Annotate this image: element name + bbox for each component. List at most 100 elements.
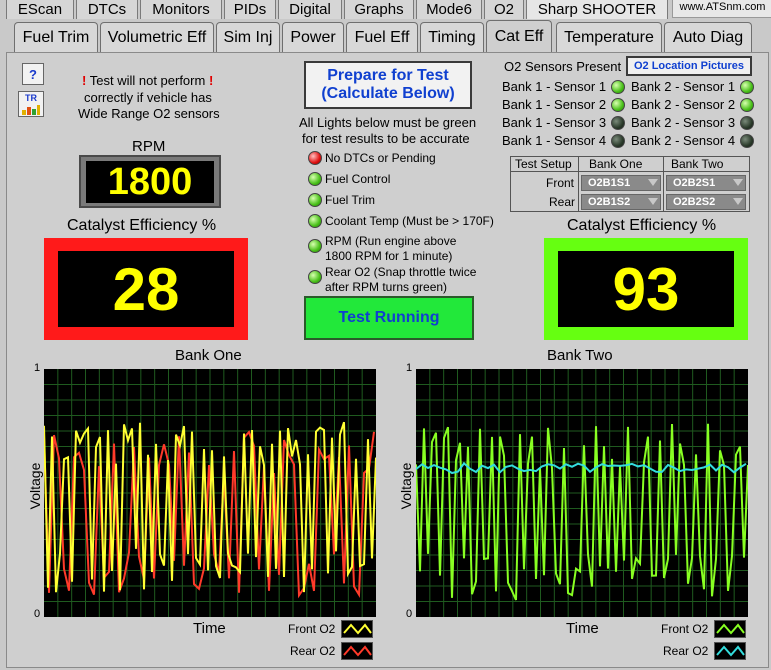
warning-line-3: Wide Range O2 sensors <box>78 106 220 121</box>
bank-two-eff-display: 93 <box>558 251 734 327</box>
tab-temperature[interactable]: Temperature <box>556 22 662 52</box>
rpm-label: RPM <box>132 138 166 155</box>
o2-b1s1-led <box>611 80 625 94</box>
req-led-rear-o2 <box>308 270 322 284</box>
graph-two-plot[interactable] <box>415 369 749 617</box>
tab-monitors[interactable]: Monitors <box>140 0 222 19</box>
tab-escan[interactable]: EScan <box>6 0 74 19</box>
tab-graphs[interactable]: Graphs <box>344 0 414 19</box>
o2-b2s3-led <box>740 116 754 130</box>
req-led-coolant <box>308 214 322 228</box>
tab-fuel-trim[interactable]: Fuel Trim <box>14 22 98 52</box>
graph-two-legend-front-swatch <box>714 620 746 638</box>
graph-two-ymin: 0 <box>406 608 413 620</box>
test-setup-divider-v2 <box>663 156 664 212</box>
tab-cat-eff[interactable]: Cat Eff <box>486 20 552 53</box>
graph-two-title: Bank Two <box>547 347 613 364</box>
o2-b2s3-label: Bank 2 - Sensor 3 <box>631 115 736 130</box>
dropdown-arrow-icon <box>733 179 743 186</box>
front-bank-two-select[interactable]: O2B2S1 <box>666 175 746 191</box>
tab-volumetric-eff[interactable]: Volumetric Eff <box>100 22 214 52</box>
graph-two-legend-rear-swatch <box>714 642 746 660</box>
warning-line-1: ! Test will not perform ! <box>82 73 214 88</box>
tab-timing[interactable]: Timing <box>420 22 484 52</box>
warning-bang-right: ! <box>208 73 214 88</box>
rear-o2-swatch-icon <box>716 645 745 657</box>
graph-one-title: Bank One <box>175 347 242 364</box>
tab-o2[interactable]: O2 <box>484 0 524 19</box>
req-label-rear-o2-2: after RPM turns green) <box>325 280 448 294</box>
rear-bank-two-select[interactable]: O2B2S2 <box>666 194 746 210</box>
test-setup-header: Test Setup <box>515 157 572 171</box>
o2-b2s4-led <box>740 134 754 148</box>
front-o2-swatch-icon <box>343 623 372 635</box>
dropdown-arrow-icon <box>733 198 743 205</box>
tab-sharp-shooter[interactable]: Sharp SHOOTER <box>526 0 668 19</box>
rpm-display: 1800 <box>86 161 214 203</box>
graph-two-ymax: 1 <box>406 362 413 374</box>
tr-chart-icon <box>22 105 40 115</box>
graph-one-legend-rear-swatch <box>341 642 373 660</box>
o2-b2s2-led <box>740 98 754 112</box>
tab-fuel-eff[interactable]: Fuel Eff <box>346 22 418 52</box>
tab-pids[interactable]: PIDs <box>224 0 276 19</box>
graph-one-xlabel: Time <box>193 620 226 637</box>
req-led-rpm <box>308 239 322 253</box>
req-led-fuel-trim <box>308 193 322 207</box>
o2-b1s3-led <box>611 116 625 130</box>
test-setup-divider-v1 <box>578 156 579 212</box>
req-label-coolant: Coolant Temp (Must be > 170F) <box>325 214 494 228</box>
o2-b1s2-label: Bank 1 - Sensor 2 <box>502 97 607 112</box>
bank-one-eff-label: Catalyst Efficiency % <box>67 217 217 234</box>
front-o2-swatch-icon <box>716 623 745 635</box>
graph-one-legend-front-swatch <box>341 620 373 638</box>
prepare-for-test-button[interactable]: Prepare for Test (Calculate Below) <box>304 61 472 109</box>
tab-dtcs[interactable]: DTCs <box>76 0 138 19</box>
dropdown-arrow-icon <box>648 179 658 186</box>
o2-b2s1-led <box>740 80 754 94</box>
front-bank-one-select[interactable]: O2B1S1 <box>581 175 661 191</box>
rear-bank-one-select[interactable]: O2B1S2 <box>581 194 661 210</box>
o2-b1s1-label: Bank 1 - Sensor 1 <box>502 79 607 94</box>
requirements-header-1: All Lights below must be green <box>299 115 477 130</box>
bank-one-eff-display: 28 <box>58 251 234 327</box>
brand-url: www.ATSnm.com <box>672 0 771 18</box>
o2-b1s3-label: Bank 1 - Sensor 3 <box>502 115 607 130</box>
o2-b2s1-label: Bank 2 - Sensor 1 <box>631 79 736 94</box>
graph-two-ylabel: Voltage <box>398 462 414 510</box>
tab-power[interactable]: Power <box>282 22 344 52</box>
req-label-no-dtcs: No DTCs or Pending <box>325 151 436 165</box>
o2-b1s4-label: Bank 1 - Sensor 4 <box>502 133 607 148</box>
req-led-no-dtcs <box>308 151 322 165</box>
tr-report-button[interactable]: TR <box>18 91 44 117</box>
test-running-button[interactable]: Test Running <box>304 296 474 340</box>
o2-location-pictures-button[interactable]: O2 Location Pictures <box>626 56 752 76</box>
o2-present-label: O2 Sensors Present <box>504 59 622 74</box>
graph-one-ylabel: Voltage <box>27 462 43 510</box>
req-led-fuel-control <box>308 172 322 186</box>
o2-b1s4-led <box>611 134 625 148</box>
tab-sim-inj[interactable]: Sim Inj <box>216 22 280 52</box>
tab-mode6[interactable]: Mode6 <box>416 0 482 19</box>
graph-one-legend-rear: Rear O2 <box>290 644 336 658</box>
test-setup-col-bank-two: Bank Two <box>671 157 724 171</box>
graph-one-ymin: 0 <box>34 608 41 620</box>
dropdown-arrow-icon <box>648 198 658 205</box>
requirements-header-2: for test results to be accurate <box>302 131 470 146</box>
req-label-rear-o2-1: Rear O2 (Snap throttle twice <box>325 265 477 279</box>
tab-digital[interactable]: Digital <box>278 0 342 19</box>
o2-b1s2-led <box>611 98 625 112</box>
bank-two-eff-label: Catalyst Efficiency % <box>567 217 717 234</box>
test-setup-row-rear: Rear <box>549 195 576 209</box>
warning-line-2: correctly if vehicle has <box>84 90 212 105</box>
graph-two-svg <box>415 369 749 617</box>
graph-one-plot[interactable] <box>43 369 377 617</box>
o2-b2s4-label: Bank 2 - Sensor 4 <box>631 133 736 148</box>
req-label-rpm-1: RPM (Run engine above <box>325 234 457 248</box>
warning-bang-left: ! <box>82 73 87 88</box>
req-label-fuel-control: Fuel Control <box>325 172 391 186</box>
tab-auto-diag[interactable]: Auto Diag <box>664 22 752 52</box>
graph-two-legend-front: Front O2 <box>661 622 709 636</box>
help-button[interactable]: ? <box>22 63 44 85</box>
graph-one-svg <box>43 369 377 617</box>
